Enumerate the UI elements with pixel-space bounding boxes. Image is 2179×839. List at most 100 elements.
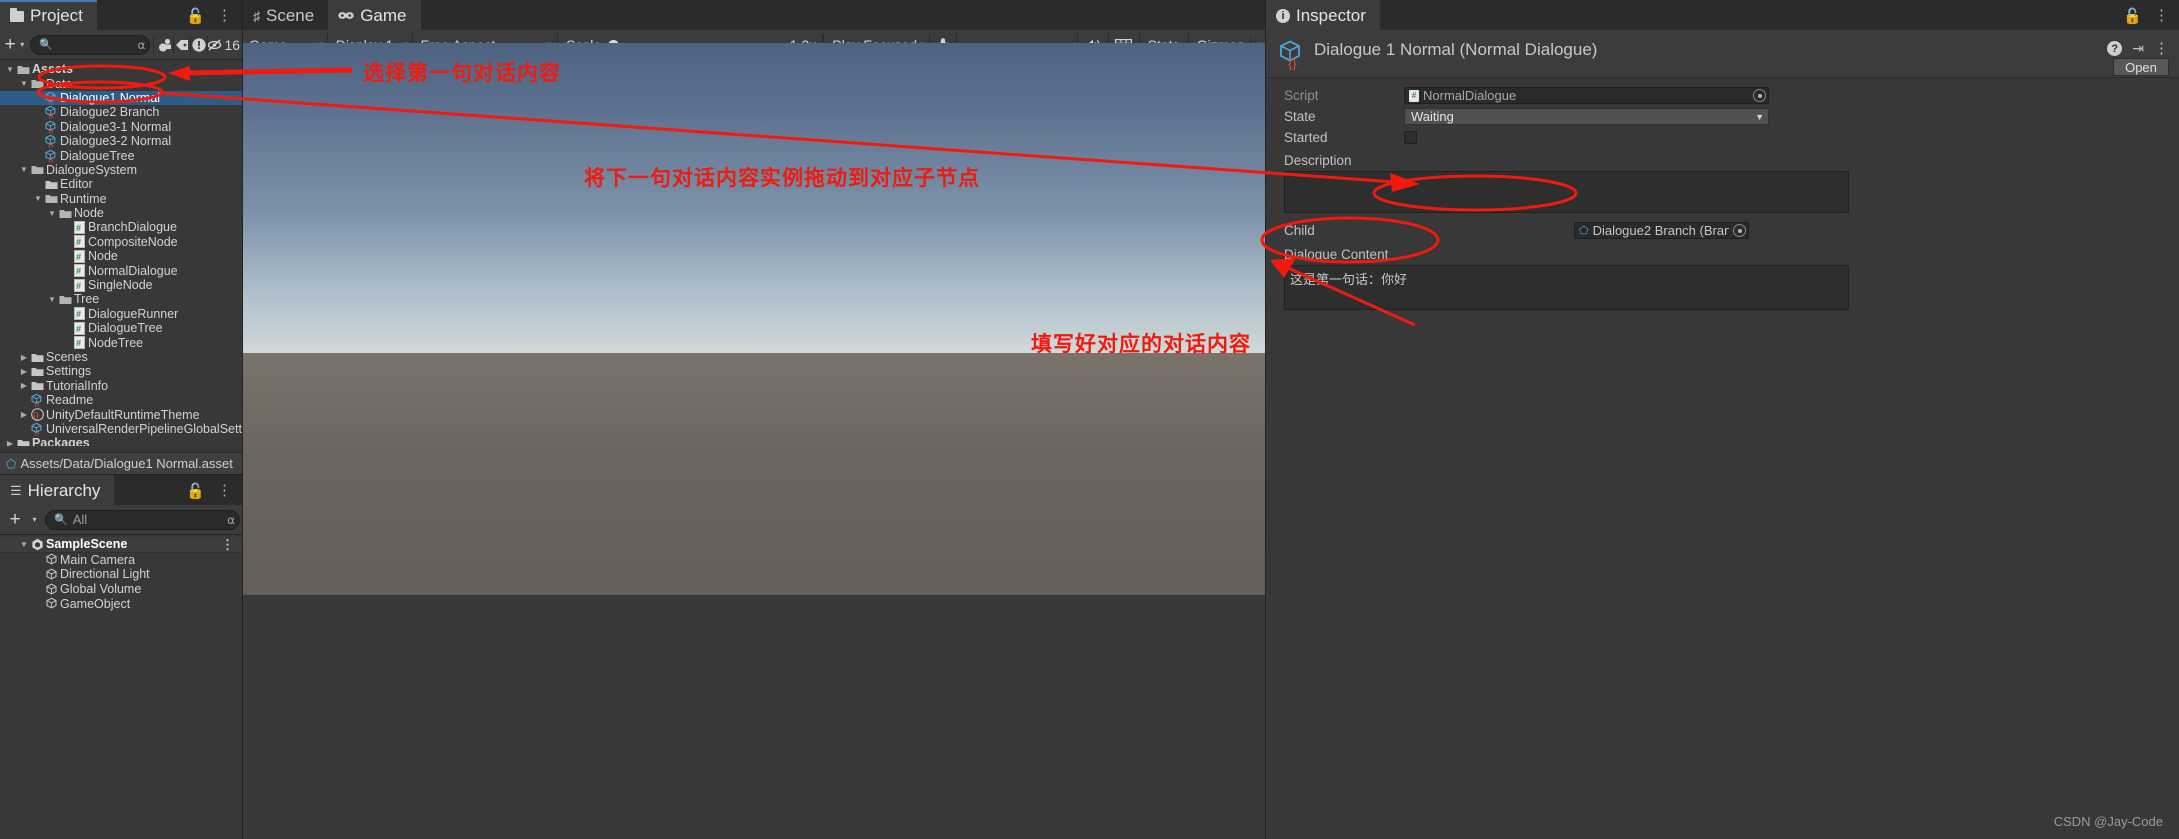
- lock-icon[interactable]: 🔓: [186, 7, 205, 25]
- project-tree-row[interactable]: Editor: [0, 177, 242, 191]
- warning-icon[interactable]: [191, 33, 207, 57]
- project-tree-row[interactable]: ▼ Data: [0, 76, 242, 91]
- svg-text:{}: {}: [49, 128, 54, 134]
- project-tree-row[interactable]: {} Dialogue3-2 Normal: [0, 134, 242, 148]
- twisty-expanded-icon[interactable]: ▼: [32, 194, 44, 203]
- lock-icon[interactable]: 🔓: [2123, 7, 2142, 25]
- twisty-expanded-icon[interactable]: ▼: [4, 65, 16, 74]
- gameobject-icon: [44, 568, 58, 581]
- project-asset-tree[interactable]: ▼ Assets ▼ Data{} Dialogue1 Normal{} Dialogue…: [0, 62, 242, 446]
- project-tree-row[interactable]: ▶ Scenes: [0, 350, 242, 364]
- twisty-collapsed-icon[interactable]: ▶: [4, 439, 16, 446]
- project-tree-row[interactable]: # NodeTree: [0, 335, 242, 350]
- scriptable-object-icon: ⬠: [6, 456, 17, 471]
- project-search-box[interactable]: 🔍 ⍺: [30, 34, 151, 55]
- project-tree-row[interactable]: {} Dialogue1 Normal: [0, 90, 242, 106]
- project-tree-row[interactable]: {} Dialogue2 Branch: [0, 105, 242, 119]
- twisty-expanded-icon[interactable]: ▼: [46, 295, 58, 304]
- tab-scene[interactable]: ♯ Scene: [243, 0, 329, 30]
- project-tree-row[interactable]: {} DialogueTree: [0, 148, 242, 163]
- hierarchy-gameobject-row[interactable]: Main Camera: [0, 553, 242, 568]
- twisty-collapsed-icon[interactable]: ▶: [18, 410, 30, 419]
- label-tag-icon[interactable]: [174, 33, 190, 57]
- kebab-menu-icon[interactable]: ⋮: [2154, 8, 2169, 23]
- state-dropdown[interactable]: Waiting ▼: [1404, 108, 1769, 125]
- preset-icon[interactable]: ⇥: [2132, 40, 2144, 57]
- project-tree-row[interactable]: # NormalDialogue: [0, 263, 242, 278]
- script-object-field[interactable]: # NormalDialogue: [1404, 87, 1769, 104]
- help-question-icon[interactable]: ?: [2107, 41, 2123, 56]
- kebab-menu-icon[interactable]: ⋮: [217, 483, 232, 498]
- project-tree-row[interactable]: {} UniversalRenderPipelineGlobalSetting: [0, 422, 242, 436]
- project-tree-row-label: SingleNode: [88, 278, 153, 293]
- project-tree-row[interactable]: ▶ TutorialInfo: [0, 379, 242, 393]
- project-search-input[interactable]: [58, 36, 133, 53]
- lock-icon[interactable]: 🔓: [186, 482, 205, 500]
- project-tree-row[interactable]: # DialogueTree: [0, 321, 242, 335]
- hierarchy-tabbar: ☰ Hierarchy 🔓 ⋮: [0, 475, 242, 505]
- tab-hierarchy[interactable]: ☰ Hierarchy: [0, 475, 115, 505]
- twisty-collapsed-icon[interactable]: ▶: [18, 353, 30, 362]
- hidden-objects-toggle[interactable]: 16: [207, 33, 240, 57]
- cs-script-icon: #: [1409, 89, 1419, 102]
- tab-inspector[interactable]: i Inspector: [1266, 0, 1380, 30]
- project-tree-row[interactable]: {} Dialogue3-1 Normal: [0, 120, 242, 134]
- twisty-expanded-icon[interactable]: ▼: [18, 165, 30, 174]
- project-tree-row[interactable]: {} Readme: [0, 393, 242, 407]
- hierarchy-tree[interactable]: ▼ SampleScene ⋮ Main Camera Directional Ligh…: [0, 537, 242, 839]
- tab-game[interactable]: Game: [328, 0, 421, 30]
- game-render-surface[interactable]: [243, 43, 1265, 595]
- project-tree-row[interactable]: # DialogueRunner: [0, 307, 242, 321]
- hierarchy-gameobject-row[interactable]: GameObject: [0, 596, 242, 611]
- create-gameobject-caret[interactable]: ▾: [28, 508, 41, 532]
- object-picker-icon[interactable]: [1753, 89, 1766, 102]
- hierarchy-gameobject-row[interactable]: Directional Light: [0, 567, 242, 582]
- kebab-menu-icon[interactable]: ⋮: [221, 538, 242, 551]
- started-checkbox[interactable]: [1404, 131, 1417, 144]
- child-object-field[interactable]: ⬠ Dialogue2 Branch (Branch |: [1574, 222, 1749, 239]
- watermark: CSDN @Jay-Code: [2053, 814, 2163, 829]
- save-search-icon[interactable]: ⍺: [227, 513, 235, 527]
- project-tree-row[interactable]: ▼ DialogueSystem: [0, 163, 242, 177]
- game-tabbar: ♯ Scene Game: [243, 0, 1265, 30]
- add-asset-button[interactable]: +: [2, 33, 18, 57]
- project-tree-row[interactable]: ▼ Assets: [0, 62, 242, 76]
- save-search-icon[interactable]: ⍺: [137, 38, 145, 52]
- description-textarea[interactable]: [1284, 171, 1849, 213]
- hierarchy-gameobject-row[interactable]: Global Volume: [0, 582, 242, 597]
- project-tree-row[interactable]: ▼ Node: [0, 206, 242, 220]
- chevron-down-icon: ▼: [1755, 111, 1764, 122]
- project-tree-row[interactable]: ▼ Tree: [0, 292, 242, 306]
- child-field-row: Child ⬠ Dialogue2 Branch (Branch |: [1266, 221, 2179, 240]
- project-tree-row[interactable]: # Node: [0, 249, 242, 263]
- kebab-menu-icon[interactable]: ⋮: [2154, 41, 2169, 56]
- open-button[interactable]: Open: [2113, 58, 2169, 76]
- search-icon: 🔍: [39, 39, 54, 51]
- twisty-expanded-icon[interactable]: ▼: [18, 540, 30, 549]
- project-tree-row-label: DialogueSystem: [46, 162, 138, 177]
- add-asset-caret[interactable]: ▾: [18, 33, 26, 57]
- object-picker-icon[interactable]: [1733, 224, 1746, 237]
- scriptable-object-icon: {}: [30, 393, 44, 407]
- twisty-expanded-icon[interactable]: ▼: [46, 209, 58, 218]
- project-tree-row[interactable]: ▶ Packages: [0, 436, 242, 446]
- twisty-expanded-icon[interactable]: ▼: [18, 79, 30, 88]
- project-tree-row[interactable]: # BranchDialogue: [0, 220, 242, 234]
- game-view-empty-area: [243, 595, 1265, 839]
- twisty-collapsed-icon[interactable]: ▶: [18, 367, 30, 376]
- plus-icon: +: [9, 508, 21, 530]
- kebab-menu-icon[interactable]: ⋮: [217, 8, 232, 23]
- create-gameobject-button[interactable]: +: [2, 508, 28, 532]
- tab-project[interactable]: Project: [0, 0, 97, 30]
- project-tree-row[interactable]: # CompositeNode: [0, 235, 242, 249]
- project-tree-row[interactable]: ▶{} UnityDefaultRuntimeTheme: [0, 407, 242, 422]
- project-tree-row[interactable]: ▶ Settings: [0, 364, 242, 378]
- folder-closed-icon: [16, 438, 30, 446]
- dialogue-content-textarea[interactable]: 这是第一句话：你好: [1284, 265, 1849, 310]
- favorites-icon[interactable]: [157, 33, 173, 57]
- hierarchy-scene-row[interactable]: ▼ SampleScene ⋮: [0, 537, 242, 552]
- hierarchy-search-box[interactable]: 🔍 All ⍺: [45, 509, 240, 530]
- project-tree-row[interactable]: ▼ Runtime: [0, 192, 242, 206]
- twisty-collapsed-icon[interactable]: ▶: [18, 381, 30, 390]
- project-tree-row[interactable]: # SingleNode: [0, 278, 242, 292]
